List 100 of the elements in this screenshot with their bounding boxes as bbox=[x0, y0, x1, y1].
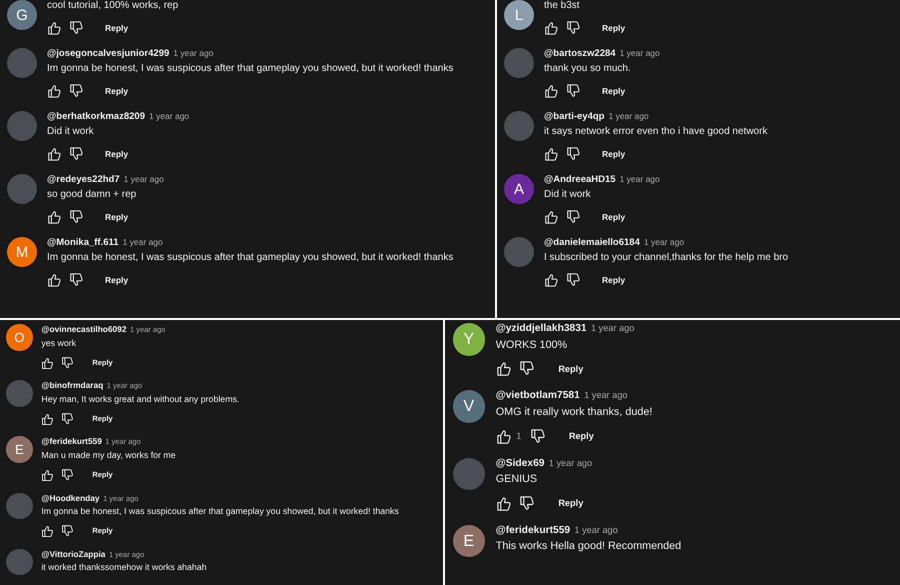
reply-button[interactable]: Reply bbox=[600, 212, 628, 222]
reply-button[interactable]: Reply bbox=[556, 364, 586, 374]
timestamp: 1 year ago bbox=[590, 323, 634, 334]
avatar[interactable]: E bbox=[6, 436, 33, 463]
comment-text: OMG it really work thanks, dude! bbox=[496, 406, 652, 418]
reply-button[interactable]: Reply bbox=[600, 149, 628, 159]
comment-text: so good damn + rep bbox=[47, 189, 138, 200]
thumbs-down-icon[interactable] bbox=[566, 210, 580, 224]
reply-button[interactable]: Reply bbox=[103, 275, 130, 285]
thumbs-up-icon[interactable] bbox=[47, 21, 61, 35]
username-link[interactable]: @VittorioZappia bbox=[41, 548, 106, 559]
thumbs-down-icon[interactable] bbox=[566, 84, 580, 98]
reply-button[interactable]: Reply bbox=[103, 86, 130, 96]
timestamp: 1 year ago bbox=[620, 48, 660, 58]
thumbs-down-icon[interactable] bbox=[519, 496, 535, 511]
username-link[interactable]: @AndreeaHD15 bbox=[544, 174, 616, 185]
thumbs-up-icon[interactable] bbox=[41, 468, 54, 482]
timestamp: 1 year ago bbox=[173, 48, 214, 58]
comment-text: I subscribed to your channel,thanks for the help me bro bbox=[544, 252, 788, 263]
thumbs-up-icon[interactable] bbox=[41, 524, 54, 538]
thumbs-up-icon[interactable] bbox=[544, 210, 558, 224]
comment-text: the b3st bbox=[544, 0, 581, 11]
reply-button[interactable]: Reply bbox=[566, 431, 596, 442]
thumbs-down-icon[interactable] bbox=[519, 361, 535, 376]
thumbs-down-icon[interactable] bbox=[69, 84, 83, 98]
thumbs-down-icon[interactable] bbox=[60, 356, 73, 369]
username-link[interactable]: @yziddjellakh3831 bbox=[496, 323, 587, 334]
timestamp: 1 year ago bbox=[574, 524, 618, 535]
thumbs-up-icon[interactable] bbox=[496, 496, 511, 511]
username-link[interactable]: @barti-ey4qp bbox=[544, 111, 604, 122]
username-link[interactable]: @feridekurt559 bbox=[496, 524, 570, 536]
comment-text: thank you so much. bbox=[544, 63, 632, 74]
thumbs-up-icon[interactable] bbox=[47, 84, 61, 98]
thumbs-up-icon[interactable] bbox=[41, 412, 54, 426]
thumbs-down-icon[interactable] bbox=[566, 147, 580, 161]
thumbs-up-icon[interactable] bbox=[544, 84, 558, 98]
thumbs-up-icon[interactable] bbox=[47, 273, 61, 287]
comment-text: it worked thankssomehow it works ahahah bbox=[41, 562, 207, 572]
comment-text: Did it work bbox=[544, 189, 592, 200]
comment-text: Im gonna be honest, I was suspicous after that gameplay you showed, but it worked! thanks bbox=[47, 252, 454, 263]
username-link[interactable]: @berhatkorkmaz8209 bbox=[47, 111, 145, 122]
username-link[interactable]: @bartoszw2284 bbox=[544, 48, 616, 59]
comment-text: GENIUS bbox=[496, 473, 538, 486]
thumbs-down-icon[interactable] bbox=[60, 524, 73, 538]
comment-text: Im gonna be honest, I was suspicous after that gameplay you showed, but it worked! thanks bbox=[41, 506, 399, 516]
comment-text: yes work bbox=[41, 338, 78, 348]
thumbs-down-icon[interactable] bbox=[566, 21, 580, 35]
comment-text: it says network error even tho i have good network bbox=[544, 126, 768, 137]
comment-text: Im gonna be honest, I was suspicous after that gameplay you showed, but it worked! thanks bbox=[47, 63, 454, 74]
thumbs-down-icon[interactable] bbox=[69, 21, 83, 35]
username-link[interactable]: @ovinnecastilho6092 bbox=[41, 324, 126, 334]
username-link[interactable]: @redeyes22hd7 bbox=[47, 174, 120, 185]
thumbs-up-icon[interactable] bbox=[544, 21, 558, 35]
timestamp: 1 year ago bbox=[608, 111, 649, 121]
thumbs-up-icon[interactable] bbox=[41, 356, 54, 369]
username-link[interactable]: @feridekurt559 bbox=[41, 436, 102, 446]
timestamp: 1 year ago bbox=[620, 174, 660, 184]
thumbs-down-icon[interactable] bbox=[530, 428, 546, 444]
thumbs-down-icon[interactable] bbox=[60, 468, 73, 482]
timestamp: 1 year ago bbox=[644, 237, 684, 247]
username-link[interactable]: @Monika_ff.611 bbox=[47, 237, 119, 248]
comment-text: Man u made my day, works for me bbox=[41, 450, 176, 460]
thumbs-up-icon[interactable] bbox=[496, 361, 511, 376]
username-link[interactable]: @binofrmdaraq bbox=[41, 380, 104, 390]
reply-button[interactable]: Reply bbox=[103, 212, 130, 222]
timestamp: 1 year ago bbox=[122, 237, 163, 247]
username-link[interactable]: @vietbotlam7581 bbox=[496, 390, 580, 402]
thumbs-down-icon[interactable] bbox=[69, 210, 83, 224]
thumbs-down-icon[interactable] bbox=[60, 412, 73, 426]
username-link[interactable]: @Sidex69 bbox=[496, 458, 544, 469]
timestamp: 1 year ago bbox=[124, 174, 164, 184]
timestamp: 1 year ago bbox=[548, 458, 592, 468]
username-link[interactable]: @danielemaiello6184 bbox=[544, 237, 640, 248]
thumbs-up-icon[interactable] bbox=[496, 428, 511, 444]
avatar[interactable]: A bbox=[504, 174, 534, 204]
comment-text: Did it work bbox=[47, 126, 95, 137]
reply-button[interactable]: Reply bbox=[600, 275, 628, 285]
thumbs-down-icon[interactable] bbox=[69, 273, 83, 287]
avatar[interactable]: G bbox=[7, 0, 37, 30]
thumbs-up-icon[interactable] bbox=[47, 147, 61, 161]
reply-button[interactable]: Reply bbox=[600, 23, 628, 33]
comment-text: cool tutorial, 100% works, rep bbox=[47, 0, 178, 11]
thumbs-down-icon[interactable] bbox=[69, 147, 83, 161]
reply-button[interactable]: Reply bbox=[103, 149, 130, 159]
comment-text: WORKS 100% bbox=[496, 338, 568, 351]
thumbs-down-icon[interactable] bbox=[566, 273, 580, 287]
avatar[interactable]: E bbox=[452, 524, 485, 558]
thumbs-up-icon[interactable] bbox=[544, 147, 558, 161]
thumbs-up-icon[interactable] bbox=[47, 210, 61, 224]
thumbs-up-icon[interactable] bbox=[544, 273, 558, 287]
reply-button[interactable]: Reply bbox=[600, 86, 628, 96]
comment-text: Hey man, It works great and without any problems. bbox=[41, 394, 240, 404]
avatar[interactable]: V bbox=[452, 390, 485, 423]
reply-button[interactable]: Reply bbox=[103, 23, 130, 33]
username-link[interactable]: @josegoncalvesjunior4299 bbox=[47, 48, 170, 59]
reply-button[interactable]: Reply bbox=[556, 498, 586, 508]
comment-text: This works Hella good! Recommended bbox=[496, 540, 682, 552]
timestamp: 1 year ago bbox=[584, 390, 628, 400]
like-count: 1 bbox=[516, 431, 522, 442]
username-link[interactable]: @Hoodkenday bbox=[41, 492, 100, 503]
